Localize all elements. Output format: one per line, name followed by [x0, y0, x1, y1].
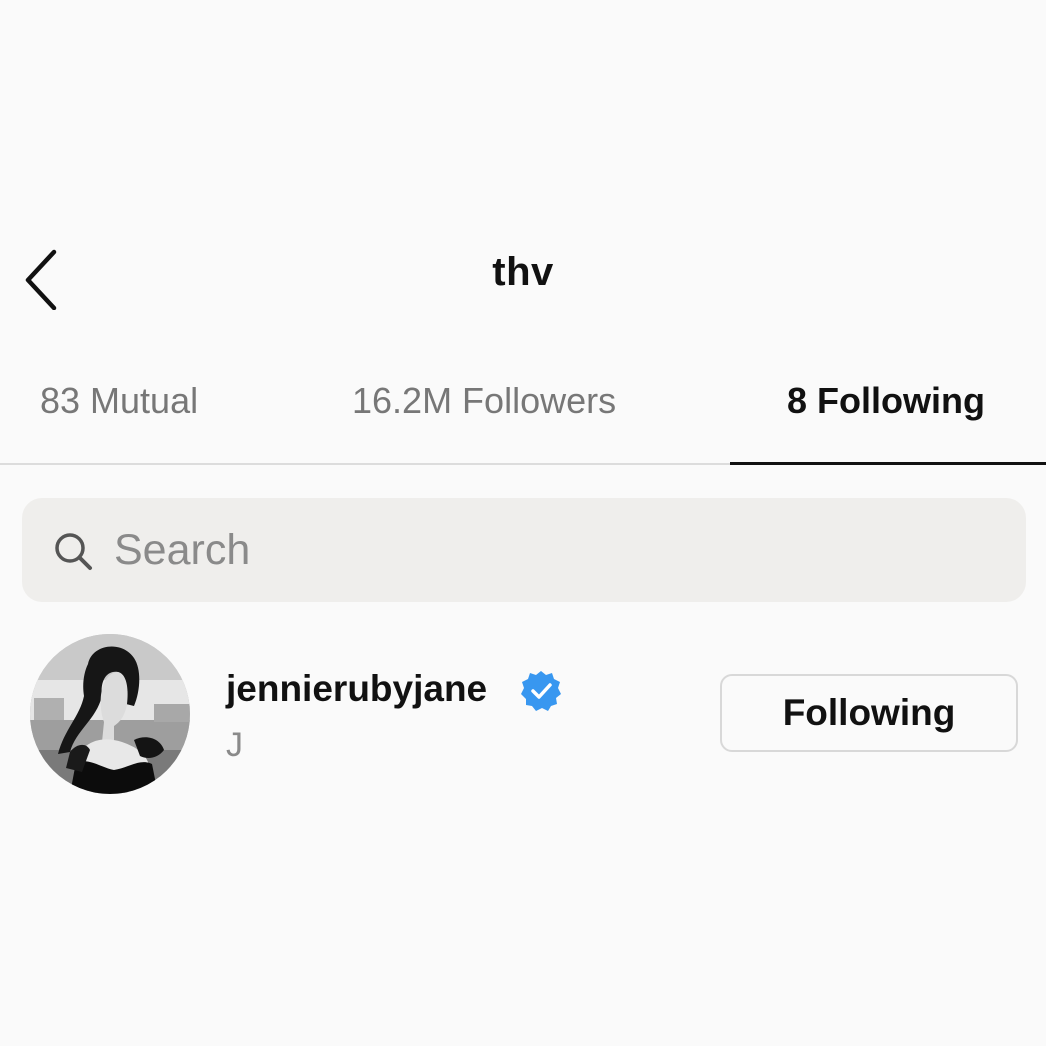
verified-badge-icon	[521, 671, 561, 711]
username[interactable]: jennierubyjane	[226, 668, 487, 710]
tab-bar: 83 Mutual 16.2M Followers 8 Following	[0, 366, 1046, 466]
tab-following[interactable]: 8 Following	[787, 380, 985, 422]
list-item[interactable]: jennierubyjane J Following	[0, 630, 1046, 800]
following-screen: thv 83 Mutual 16.2M Followers 8 Followin…	[0, 0, 1046, 1046]
full-name: J	[226, 726, 243, 764]
search-icon	[55, 533, 92, 570]
profile-photo	[30, 634, 190, 794]
following-button[interactable]: Following	[720, 674, 1018, 752]
search-input[interactable]	[114, 520, 994, 580]
header: thv	[0, 230, 1046, 322]
search-bar[interactable]	[22, 498, 1026, 602]
tab-followers[interactable]: 16.2M Followers	[352, 380, 616, 422]
tab-mutual[interactable]: 83 Mutual	[40, 380, 198, 422]
avatar[interactable]	[30, 634, 190, 794]
active-tab-indicator	[730, 462, 1046, 465]
page-title: thv	[492, 250, 554, 294]
